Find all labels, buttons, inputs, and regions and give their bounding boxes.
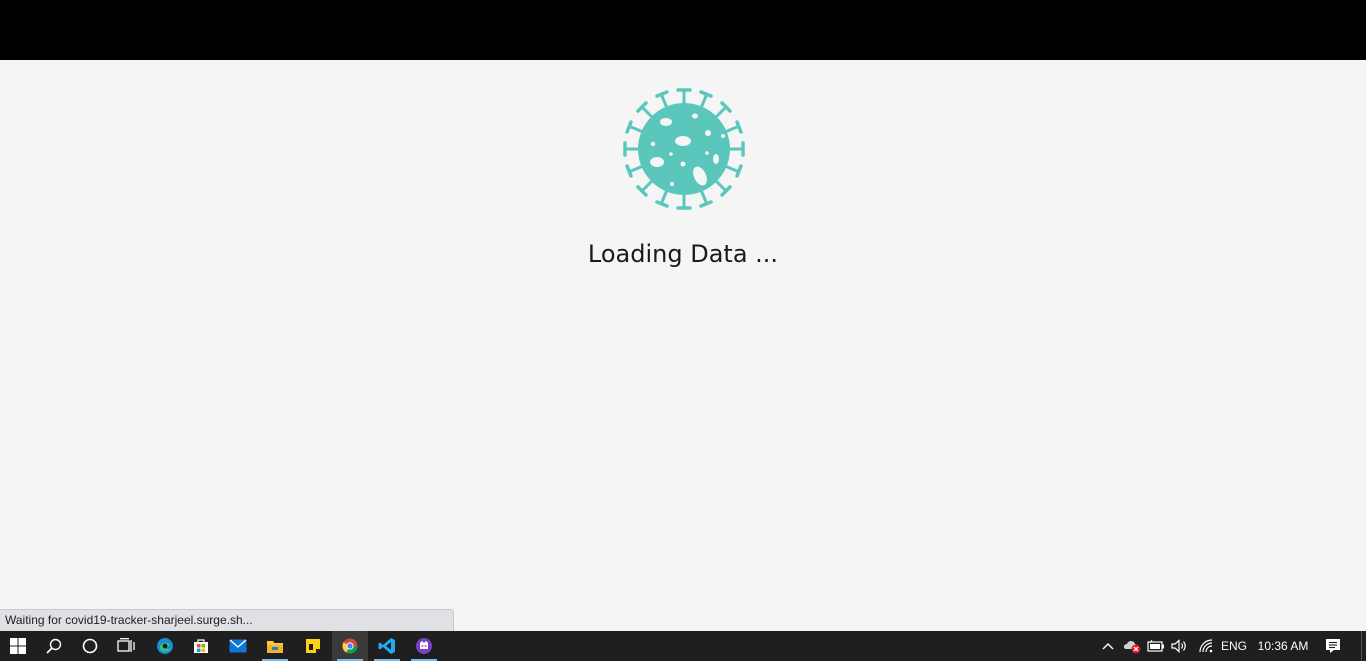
clock-button[interactable]: 10:36 AM [1254, 631, 1312, 661]
windows-taskbar: ENG 10:36 AM [0, 631, 1366, 661]
file-explorer-button[interactable] [257, 631, 293, 661]
network-button[interactable] [1195, 631, 1217, 661]
chrome-icon [342, 638, 358, 654]
file-explorer-icon [267, 641, 283, 653]
vscode-button[interactable] [369, 631, 405, 661]
loading-message: Loading Data ... [587, 240, 779, 268]
windows-start-icon [10, 638, 26, 654]
volume-button[interactable] [1169, 631, 1191, 661]
app-button[interactable] [406, 631, 442, 661]
chrome-button[interactable] [332, 631, 368, 661]
app-icon [416, 638, 432, 654]
search-button[interactable] [36, 631, 72, 661]
chevron-up-icon [1102, 643, 1114, 650]
search-icon [46, 638, 62, 654]
cortana-icon [82, 638, 98, 654]
sticky-notes-icon [306, 639, 320, 653]
cloud-error-icon [1123, 641, 1141, 654]
store-button[interactable] [183, 631, 219, 661]
virus-icon [623, 88, 745, 210]
task-view-button[interactable] [108, 631, 144, 661]
app-header-bar [0, 0, 1366, 60]
store-icon [194, 639, 208, 653]
sticky-notes-button[interactable] [295, 631, 331, 661]
action-center-button[interactable] [1320, 631, 1346, 661]
edge-icon [157, 638, 173, 654]
cortana-button[interactable] [72, 631, 108, 661]
notification-icon [1326, 639, 1340, 653]
show-hidden-icons-button[interactable] [1098, 631, 1118, 661]
browser-status-bar: Waiting for covid19-tracker-sharjeel.sur… [0, 609, 454, 631]
mail-icon [229, 639, 247, 653]
edge-button[interactable] [147, 631, 183, 661]
vscode-icon [378, 638, 395, 654]
volume-icon [1171, 639, 1186, 653]
mail-button[interactable] [220, 631, 256, 661]
start-button[interactable] [0, 631, 36, 661]
input-language-button[interactable]: ENG [1219, 631, 1249, 661]
battery-button[interactable] [1145, 631, 1167, 661]
task-view-icon [117, 638, 135, 652]
battery-charging-icon [1147, 640, 1164, 652]
show-desktop-button[interactable] [1361, 631, 1366, 661]
wifi-icon [1199, 639, 1213, 653]
onedrive-tray-button[interactable] [1121, 631, 1143, 661]
